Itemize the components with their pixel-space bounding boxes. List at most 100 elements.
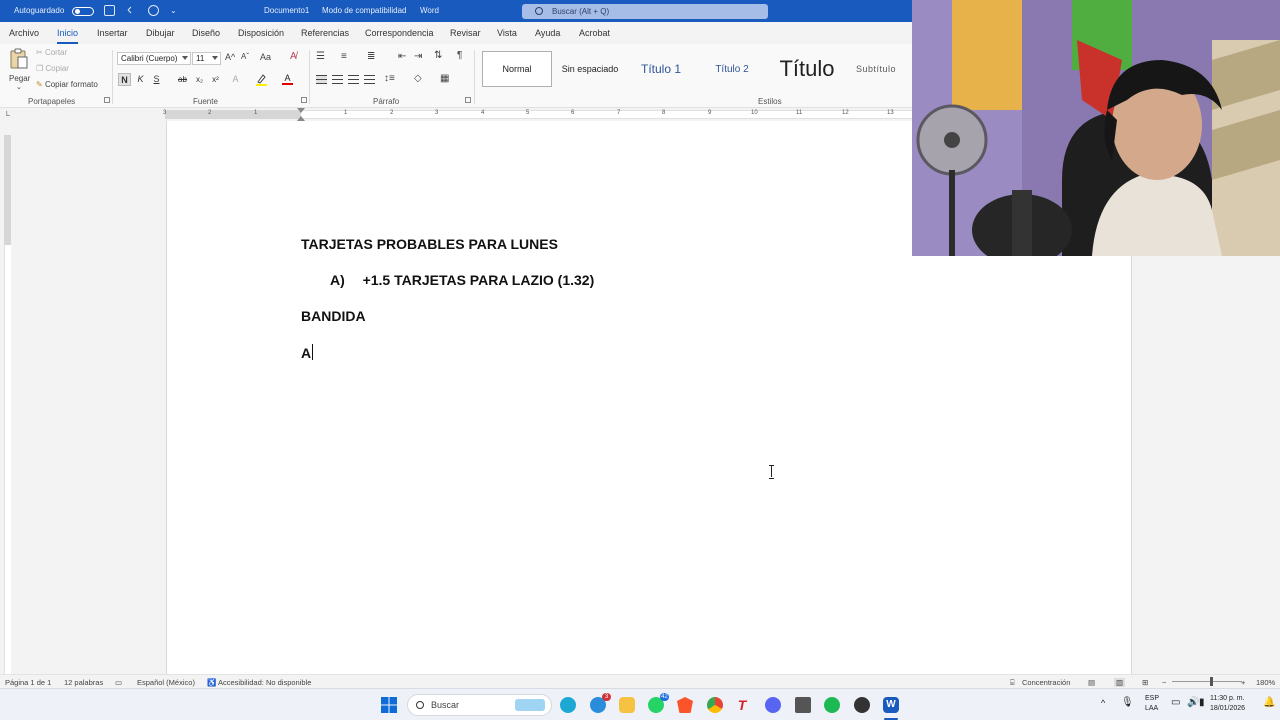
paragraph-launcher-icon[interactable] <box>465 97 471 103</box>
battery-icon[interactable]: ▮ <box>1199 697 1205 708</box>
document-name[interactable]: Documento1 <box>264 6 309 15</box>
web-layout-icon[interactable]: ⊞ <box>1142 678 1148 687</box>
shrink-font-button[interactable]: Aˇ <box>241 52 249 61</box>
windows-start-icon[interactable] <box>381 697 397 713</box>
spotify-icon[interactable] <box>824 697 840 713</box>
superscript-button[interactable]: x² <box>209 73 222 86</box>
volume-icon[interactable]: 🔊 <box>1187 697 1199 708</box>
language-indicator[interactable]: Español (México) <box>137 678 195 687</box>
clock-date[interactable]: 18/01/2026 <box>1210 705 1245 712</box>
tab-dibujar[interactable]: Dibujar <box>146 28 175 38</box>
zoom-slider-thumb[interactable] <box>1210 677 1213 686</box>
vertical-ruler[interactable] <box>0 121 14 674</box>
paste-dropdown-icon[interactable]: ⌄ <box>16 83 22 91</box>
grow-font-button[interactable]: A^ <box>225 52 235 62</box>
lang-top[interactable]: ESP <box>1145 695 1159 702</box>
tab-archivo[interactable]: Archivo <box>9 28 39 38</box>
cut-button[interactable]: ✂ Cortar <box>36 48 67 57</box>
redo-icon[interactable] <box>148 5 159 16</box>
doc-paragraph[interactable]: BANDIDA <box>301 308 366 324</box>
multilevel-list-icon[interactable]: ≣ <box>367 51 375 62</box>
clock-time[interactable]: 11:30 p. m. <box>1210 695 1245 702</box>
clear-formatting-icon[interactable]: A̸ <box>290 51 297 62</box>
microphone-icon[interactable]: 🎙 <box>1121 697 1134 708</box>
zoom-in-icon[interactable]: + <box>1241 678 1245 687</box>
zoom-slider[interactable] <box>1172 681 1242 682</box>
text-effects-icon[interactable]: A <box>229 73 242 86</box>
align-right-icon[interactable] <box>348 75 359 84</box>
style-title[interactable]: Título <box>770 51 844 87</box>
font-size-select[interactable]: 11 <box>192 52 221 65</box>
tab-revisar[interactable]: Revisar <box>450 28 481 38</box>
customize-qat-icon[interactable]: ⌄ <box>170 6 177 15</box>
justify-icon[interactable] <box>364 75 375 84</box>
tab-referencias[interactable]: Referencias <box>301 28 349 38</box>
bold-button[interactable]: N <box>118 73 131 86</box>
word-taskbar-icon[interactable]: W <box>883 697 899 713</box>
calculator-icon[interactable] <box>795 697 811 713</box>
first-line-indent-marker[interactable] <box>297 108 305 113</box>
font-color-icon[interactable]: A <box>281 73 294 86</box>
tab-vista[interactable]: Vista <box>497 28 517 38</box>
tab-insertar[interactable]: Insertar <box>97 28 128 38</box>
zoom-out-icon[interactable]: − <box>1162 678 1166 687</box>
lang-bottom[interactable]: LAA <box>1145 705 1158 712</box>
list-item[interactable]: A) +1.5 TARJETAS PARA LAZIO (1.32) <box>330 272 594 288</box>
tab-acrobat[interactable]: Acrobat <box>579 28 610 38</box>
strikethrough-button[interactable]: ab <box>176 73 189 86</box>
discord-icon[interactable] <box>765 697 781 713</box>
style-no-spacing[interactable]: Sin espaciado <box>556 51 624 87</box>
change-case-button[interactable]: Aa <box>260 52 271 62</box>
increase-indent-icon[interactable]: ⇥ <box>414 51 422 62</box>
style-subtitle[interactable]: Subtítulo <box>848 51 904 87</box>
telegram-icon[interactable]: 3 <box>590 693 611 713</box>
brave-icon[interactable] <box>677 697 693 713</box>
font-launcher-icon[interactable] <box>301 97 307 103</box>
save-icon[interactable] <box>104 5 115 16</box>
tab-correspondencia[interactable]: Correspondencia <box>365 28 434 38</box>
clipboard-launcher-icon[interactable] <box>104 97 110 103</box>
tray-overflow-icon[interactable]: ^ <box>1101 698 1105 708</box>
tab-ayuda[interactable]: Ayuda <box>535 28 560 38</box>
tab-disposicion[interactable]: Disposición <box>238 28 284 38</box>
format-painter-button[interactable]: ✎ Copiar formato <box>36 80 98 89</box>
accessibility-status[interactable]: Accesibilidad: No disponible <box>218 678 311 687</box>
taskbar-search[interactable]: Buscar <box>407 694 552 716</box>
style-heading-2[interactable]: Título 2 <box>700 51 764 87</box>
network-icon[interactable]: ▭ <box>1171 697 1180 708</box>
copy-button[interactable]: ❐ Copiar <box>36 64 69 73</box>
print-layout-icon[interactable]: ▥ <box>1114 678 1126 687</box>
chrome-icon[interactable] <box>707 697 723 713</box>
paste-button[interactable]: Pegar ⌄ <box>8 48 30 92</box>
underline-button[interactable]: S <box>150 73 163 86</box>
horizontal-ruler[interactable]: └ 3 2 1 1 2 3 4 5 6 7 8 9 10 11 12 13 <box>0 108 912 121</box>
align-center-icon[interactable] <box>332 75 343 84</box>
tab-diseno[interactable]: Diseño <box>192 28 220 38</box>
pilcrow-icon[interactable]: ¶ <box>457 50 462 61</box>
autosave-toggle[interactable] <box>72 7 94 16</box>
decrease-indent-icon[interactable]: ⇤ <box>398 51 406 62</box>
read-mode-icon[interactable]: ▤ <box>1088 678 1095 687</box>
numbering-icon[interactable]: ≡ <box>341 51 347 62</box>
search-input[interactable]: Buscar (Alt + Q) <box>522 4 768 19</box>
file-explorer-icon[interactable] <box>619 697 635 713</box>
highlight-icon[interactable] <box>255 73 268 86</box>
bullets-icon[interactable]: ☰ <box>316 51 325 62</box>
font-name-select[interactable]: Calibri (Cuerpo) <box>117 52 191 65</box>
style-normal[interactable]: Normal <box>482 51 552 87</box>
obs-icon[interactable] <box>854 697 870 713</box>
italic-button[interactable]: K <box>134 73 147 86</box>
edge-icon[interactable] <box>560 697 576 713</box>
doc-paragraph-current[interactable]: A <box>301 344 314 361</box>
whatsapp-icon[interactable]: 42 <box>648 693 669 713</box>
text-app-icon[interactable]: T <box>734 697 750 713</box>
word-count[interactable]: 12 palabras <box>64 678 103 687</box>
doc-heading[interactable]: TARJETAS PROBABLES PARA LUNES <box>301 236 558 252</box>
proofing-icon[interactable]: ▭ <box>115 678 122 687</box>
focus-mode-button[interactable]: Concentración <box>1022 678 1070 687</box>
page-count[interactable]: Página 1 de 1 <box>5 678 51 687</box>
line-spacing-icon[interactable]: ↕≡ <box>384 73 395 84</box>
tab-selector-icon[interactable]: └ <box>4 111 10 120</box>
borders-icon[interactable]: ▦ <box>440 73 449 84</box>
tab-inicio[interactable]: Inicio <box>57 28 79 44</box>
